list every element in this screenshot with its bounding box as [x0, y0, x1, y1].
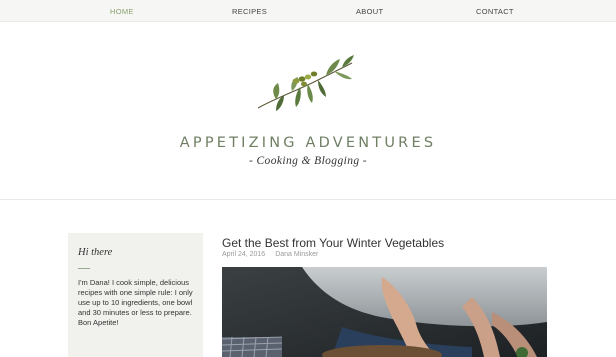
nav-item-recipes[interactable]: RECIPES — [232, 0, 267, 22]
about-widget: Hi there I'm Dana! I cook simple, delici… — [68, 233, 203, 357]
post-author[interactable]: Dana Minsker — [275, 251, 318, 258]
post-date: April 24, 2016 — [222, 251, 266, 258]
post-meta: April 24, 2016 Dana Minsker — [222, 251, 318, 258]
divider — [78, 268, 90, 269]
site-title: APPETIZING ADVENTURES — [179, 135, 437, 151]
nav-item-contact[interactable]: CONTACT — [476, 0, 514, 22]
top-navigation: HOME RECIPES ABOUT CONTACT — [0, 0, 616, 22]
post-image[interactable] — [222, 267, 547, 357]
post-photo — [222, 267, 547, 357]
olive-branch-icon — [257, 55, 354, 111]
site-header: APPETIZING ADVENTURES - Cooking & Bloggi… — [0, 23, 616, 200]
site-subtitle: - Cooking & Blogging - — [248, 155, 368, 167]
about-text: I'm Dana! I cook simple, delicious recip… — [78, 278, 193, 327]
nav-item-home[interactable]: HOME — [110, 0, 134, 22]
about-title: Hi there — [78, 247, 113, 258]
post-title[interactable]: Get the Best from Your Winter Vegetables — [222, 236, 444, 250]
nav-item-about[interactable]: ABOUT — [356, 0, 383, 22]
